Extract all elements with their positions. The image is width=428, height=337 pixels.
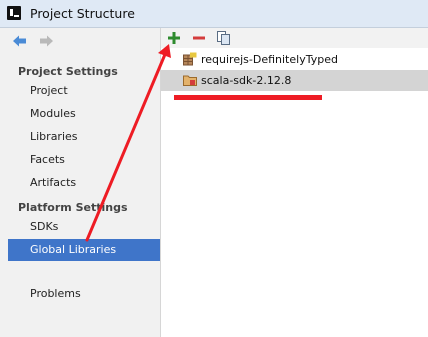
annotation-arrow-icon (85, 44, 171, 242)
